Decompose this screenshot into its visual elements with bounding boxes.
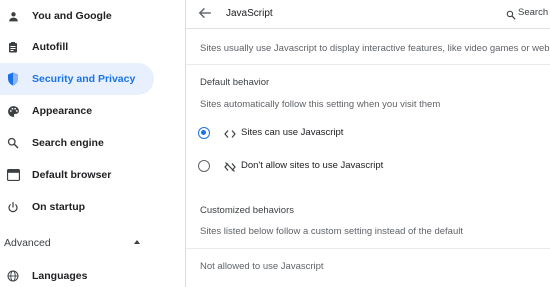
sidebar-item-languages[interactable]: Languages <box>0 260 154 287</box>
sidebar-item-you-and-google[interactable]: You and Google <box>0 0 154 32</box>
header-divider <box>186 28 550 29</box>
search-label: Search <box>518 7 549 18</box>
default-behavior-heading: Default behavior <box>200 77 270 88</box>
search-button[interactable]: Search <box>506 4 550 22</box>
sidebar-item-label: On startup <box>32 201 86 213</box>
radio-button-checked[interactable] <box>198 127 210 139</box>
customized-behaviors-subtext: Sites listed below follow a custom setti… <box>200 226 463 237</box>
sidebar-item-label: Default browser <box>32 169 112 181</box>
sidebar-item-on-startup[interactable]: On startup <box>0 191 154 223</box>
clipboard-icon <box>6 40 20 54</box>
palette-icon <box>6 104 20 118</box>
globe-icon <box>6 269 20 283</box>
radio-block-javascript[interactable]: Don't allow sites to use Javascript <box>198 155 538 177</box>
sidebar-item-label: Appearance <box>32 105 93 117</box>
page-header: JavaScript Search <box>186 0 550 27</box>
search-icon <box>506 7 516 25</box>
sidebar-item-autofill[interactable]: Autofill <box>0 31 154 63</box>
advanced-section-toggle[interactable]: Advanced <box>0 232 150 254</box>
sidebar-item-label: Security and Privacy <box>32 73 136 85</box>
advanced-label: Advanced <box>4 237 51 249</box>
sidebar-item-label: Autofill <box>32 41 69 53</box>
sidebar-item-label: Search engine <box>32 137 104 149</box>
sidebar-item-search-engine[interactable]: Search engine <box>0 127 154 159</box>
radio-allow-javascript[interactable]: Sites can use Javascript <box>198 122 538 144</box>
google-icon <box>6 9 20 23</box>
sidebar-item-label: Languages <box>32 270 88 282</box>
back-arrow-icon[interactable] <box>198 6 214 20</box>
radio-label: Sites can use Javascript <box>241 127 344 138</box>
main-panel: JavaScript Search Sites usually use Java… <box>186 0 550 287</box>
code-icon <box>224 127 236 139</box>
shield-icon <box>6 72 20 86</box>
radio-button-unchecked[interactable] <box>198 160 210 172</box>
sidebar-item-default-browser[interactable]: Default browser <box>0 159 154 191</box>
not-allowed-list-label: Not allowed to use Javascript <box>200 261 324 272</box>
page-description: Sites usually use Javascript to display … <box>200 43 550 54</box>
customized-behaviors-heading: Customized behaviors <box>200 205 294 216</box>
code-off-icon <box>224 160 236 172</box>
default-behavior-subtext: Sites automatically follow this setting … <box>200 99 441 110</box>
power-icon <box>6 200 20 214</box>
sidebar-item-label: You and Google <box>32 10 112 22</box>
sidebar-item-security-and-privacy[interactable]: Security and Privacy <box>0 63 154 95</box>
browser-icon <box>6 168 20 182</box>
page-title: JavaScript <box>226 8 273 19</box>
sidebar-item-appearance[interactable]: Appearance <box>0 95 154 127</box>
section-divider <box>186 248 550 249</box>
sidebar: You and Google Autofill Security and Pri… <box>0 0 185 287</box>
radio-label: Don't allow sites to use Javascript <box>241 160 384 171</box>
caret-up-icon <box>134 240 140 244</box>
section-divider <box>186 64 550 65</box>
search-icon <box>6 136 20 150</box>
